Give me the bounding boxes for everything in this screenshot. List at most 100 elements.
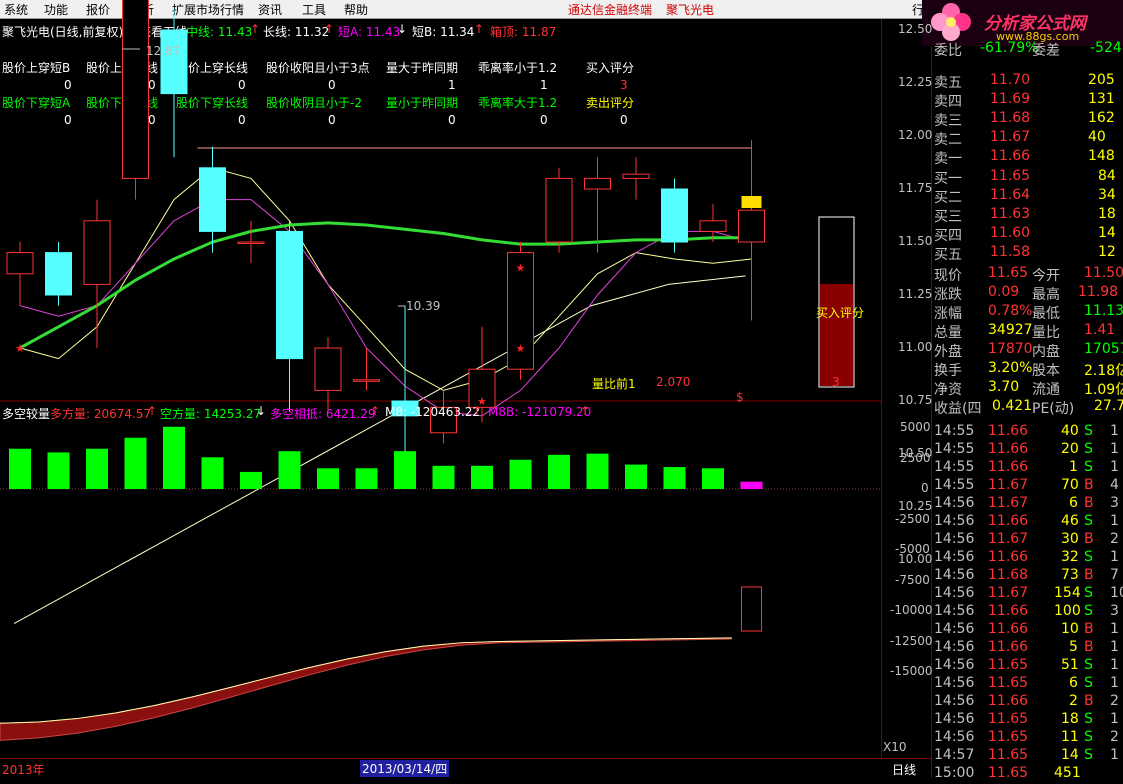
tick-row-cell: 18 [1061, 711, 1079, 727]
tick-row: 14:56 11.66 5 B 1 [932, 639, 1123, 658]
bid-row-cell: 买三 [934, 209, 962, 225]
stat-row-cell: 量比 [1032, 325, 1060, 341]
tick-row-cell: 15:00 [934, 765, 975, 781]
stat-row-cell: 涨幅 [934, 306, 962, 322]
volume-bar[interactable] [663, 467, 686, 489]
indicator-name: 多空较量 [2, 407, 51, 421]
tick-row-cell: 11.66 [988, 549, 1029, 565]
candle-body[interactable] [160, 29, 188, 95]
volume-bar[interactable] [47, 452, 70, 489]
candle-body[interactable] [6, 252, 34, 275]
tick-row: 14:55 11.66 1 S 1 [932, 459, 1123, 478]
tick-row-cell: 11.66 [988, 603, 1029, 619]
tick-row-cell: 11.67 [988, 531, 1029, 547]
order-ratio-row-cell: -524 [1090, 40, 1122, 56]
short-vol-down-arrow-icon: ↓ [256, 404, 267, 418]
tick-row-cell: B [1084, 693, 1094, 709]
candle-body[interactable] [276, 230, 303, 360]
tick-row-cell: B [1084, 567, 1094, 583]
tick-row-cell: 11.66 [988, 513, 1029, 529]
tick-row-cell: 1 [1069, 459, 1078, 475]
stat-row-cell: 0.09 [988, 284, 1020, 300]
stat-row: 涨跌 0.09 最高 11.98 [932, 284, 1123, 303]
volume-bar[interactable] [86, 448, 108, 489]
indicator-axis-label: -5000 [895, 542, 930, 556]
tick-row: 14:56 11.67 6 B 3 [932, 495, 1123, 514]
stat-row-cell: 11.13 [1084, 303, 1123, 319]
volume-bar[interactable] [278, 451, 301, 489]
volume-bar[interactable] [240, 471, 262, 489]
candle-body[interactable] [738, 209, 765, 243]
bid-row-cell: 12 [1098, 244, 1116, 260]
candle-body[interactable] [353, 379, 380, 382]
volume-bar[interactable] [394, 451, 416, 489]
bid-row-cell: 14 [1098, 225, 1116, 241]
order-ratio-row-cell: 委比 [934, 43, 962, 59]
candle-body[interactable] [314, 347, 342, 391]
candle-body[interactable] [661, 188, 688, 243]
stat-row-cell: 11.98 [1078, 284, 1119, 300]
volume-bar[interactable] [625, 464, 647, 489]
tick-row-cell: 1 [1110, 639, 1119, 655]
tick-row-cell: 11.66 [988, 639, 1029, 655]
volume-bar[interactable] [9, 448, 31, 489]
tick-row: 14:55 11.66 20 S 1 [932, 441, 1123, 460]
volume-bar[interactable] [548, 454, 570, 489]
tick-row: 14:56 11.66 10 B 1 [932, 621, 1123, 640]
tick-row: 14:56 11.66 2 B 2 [932, 693, 1123, 712]
tick-row-cell: 6 [1069, 675, 1078, 691]
candle-body[interactable] [83, 220, 111, 285]
volume-bar[interactable] [355, 468, 378, 489]
stat-row: 涨幅 0.78% 最低 11.13 [932, 303, 1123, 322]
stat-row-cell: 0.421 [992, 398, 1033, 414]
bid-row: 买四 11.60 14 [932, 225, 1123, 244]
candle-body[interactable] [584, 177, 611, 190]
volume-bar[interactable] [317, 468, 339, 489]
volume-bar[interactable] [702, 468, 724, 489]
price-axis-label: 12.00 [898, 128, 933, 142]
volume-bar[interactable] [586, 453, 609, 489]
candle-body[interactable] [122, 0, 149, 179]
volume-bar[interactable] [740, 481, 763, 489]
candle-body[interactable] [199, 167, 226, 232]
ask-row-cell: 11.68 [990, 110, 1031, 126]
m8-label: M8: -120463.22 [385, 405, 481, 419]
tick-row: 14:57 11.65 14 S 1 [932, 747, 1123, 766]
volume-bar[interactable] [201, 457, 224, 489]
tick-row-cell: 14:56 [934, 711, 975, 727]
cursor-date: 2013/03/14/四 [360, 760, 450, 777]
tick-row-cell: 154 [1054, 585, 1081, 601]
volume-ratio-value: 2.070 [656, 375, 691, 389]
volume-bar[interactable] [163, 426, 185, 489]
volume-bar[interactable] [509, 459, 532, 489]
buy-star-icon: ★ [15, 342, 25, 355]
bid-row-cell: 11.63 [990, 206, 1031, 222]
ask-row-cell: 11.69 [990, 91, 1031, 107]
tick-row-cell: S [1084, 459, 1093, 475]
candle-body[interactable] [45, 252, 72, 296]
tick-row-cell: 1 [1110, 423, 1119, 439]
yellow-ma-line [19, 167, 752, 391]
tick-row-cell: 1 [1110, 513, 1119, 529]
volume-bar[interactable] [471, 465, 493, 489]
main-chart[interactable]: ★★★★ [0, 0, 931, 778]
volume-bar[interactable] [432, 465, 455, 489]
latest-price-marker [741, 196, 762, 208]
buy-star-icon: ★ [516, 261, 526, 274]
candle-body[interactable] [545, 177, 573, 243]
tick-row: 14:56 11.65 51 S 1 [932, 657, 1123, 676]
ask-row-cell: 40 [1088, 129, 1106, 145]
stat-row-cell: 换手 [934, 363, 962, 379]
tick-row-cell: 11.65 [988, 711, 1029, 727]
tick-row-cell: 14:56 [934, 675, 975, 691]
candle-body[interactable] [237, 241, 265, 244]
candle-body[interactable] [622, 173, 650, 179]
stat-row: 总量 34927 量比 1.41 [932, 322, 1123, 341]
stat-row-cell: 17870 [988, 341, 1033, 357]
tick-row-cell: S [1084, 441, 1093, 457]
volume-bar[interactable] [124, 437, 147, 489]
candle-body[interactable] [699, 220, 727, 232]
tick-row-cell: 14:56 [934, 567, 975, 583]
buy-star-icon: ★ [516, 342, 526, 355]
period-label[interactable]: 日线 [892, 761, 916, 778]
